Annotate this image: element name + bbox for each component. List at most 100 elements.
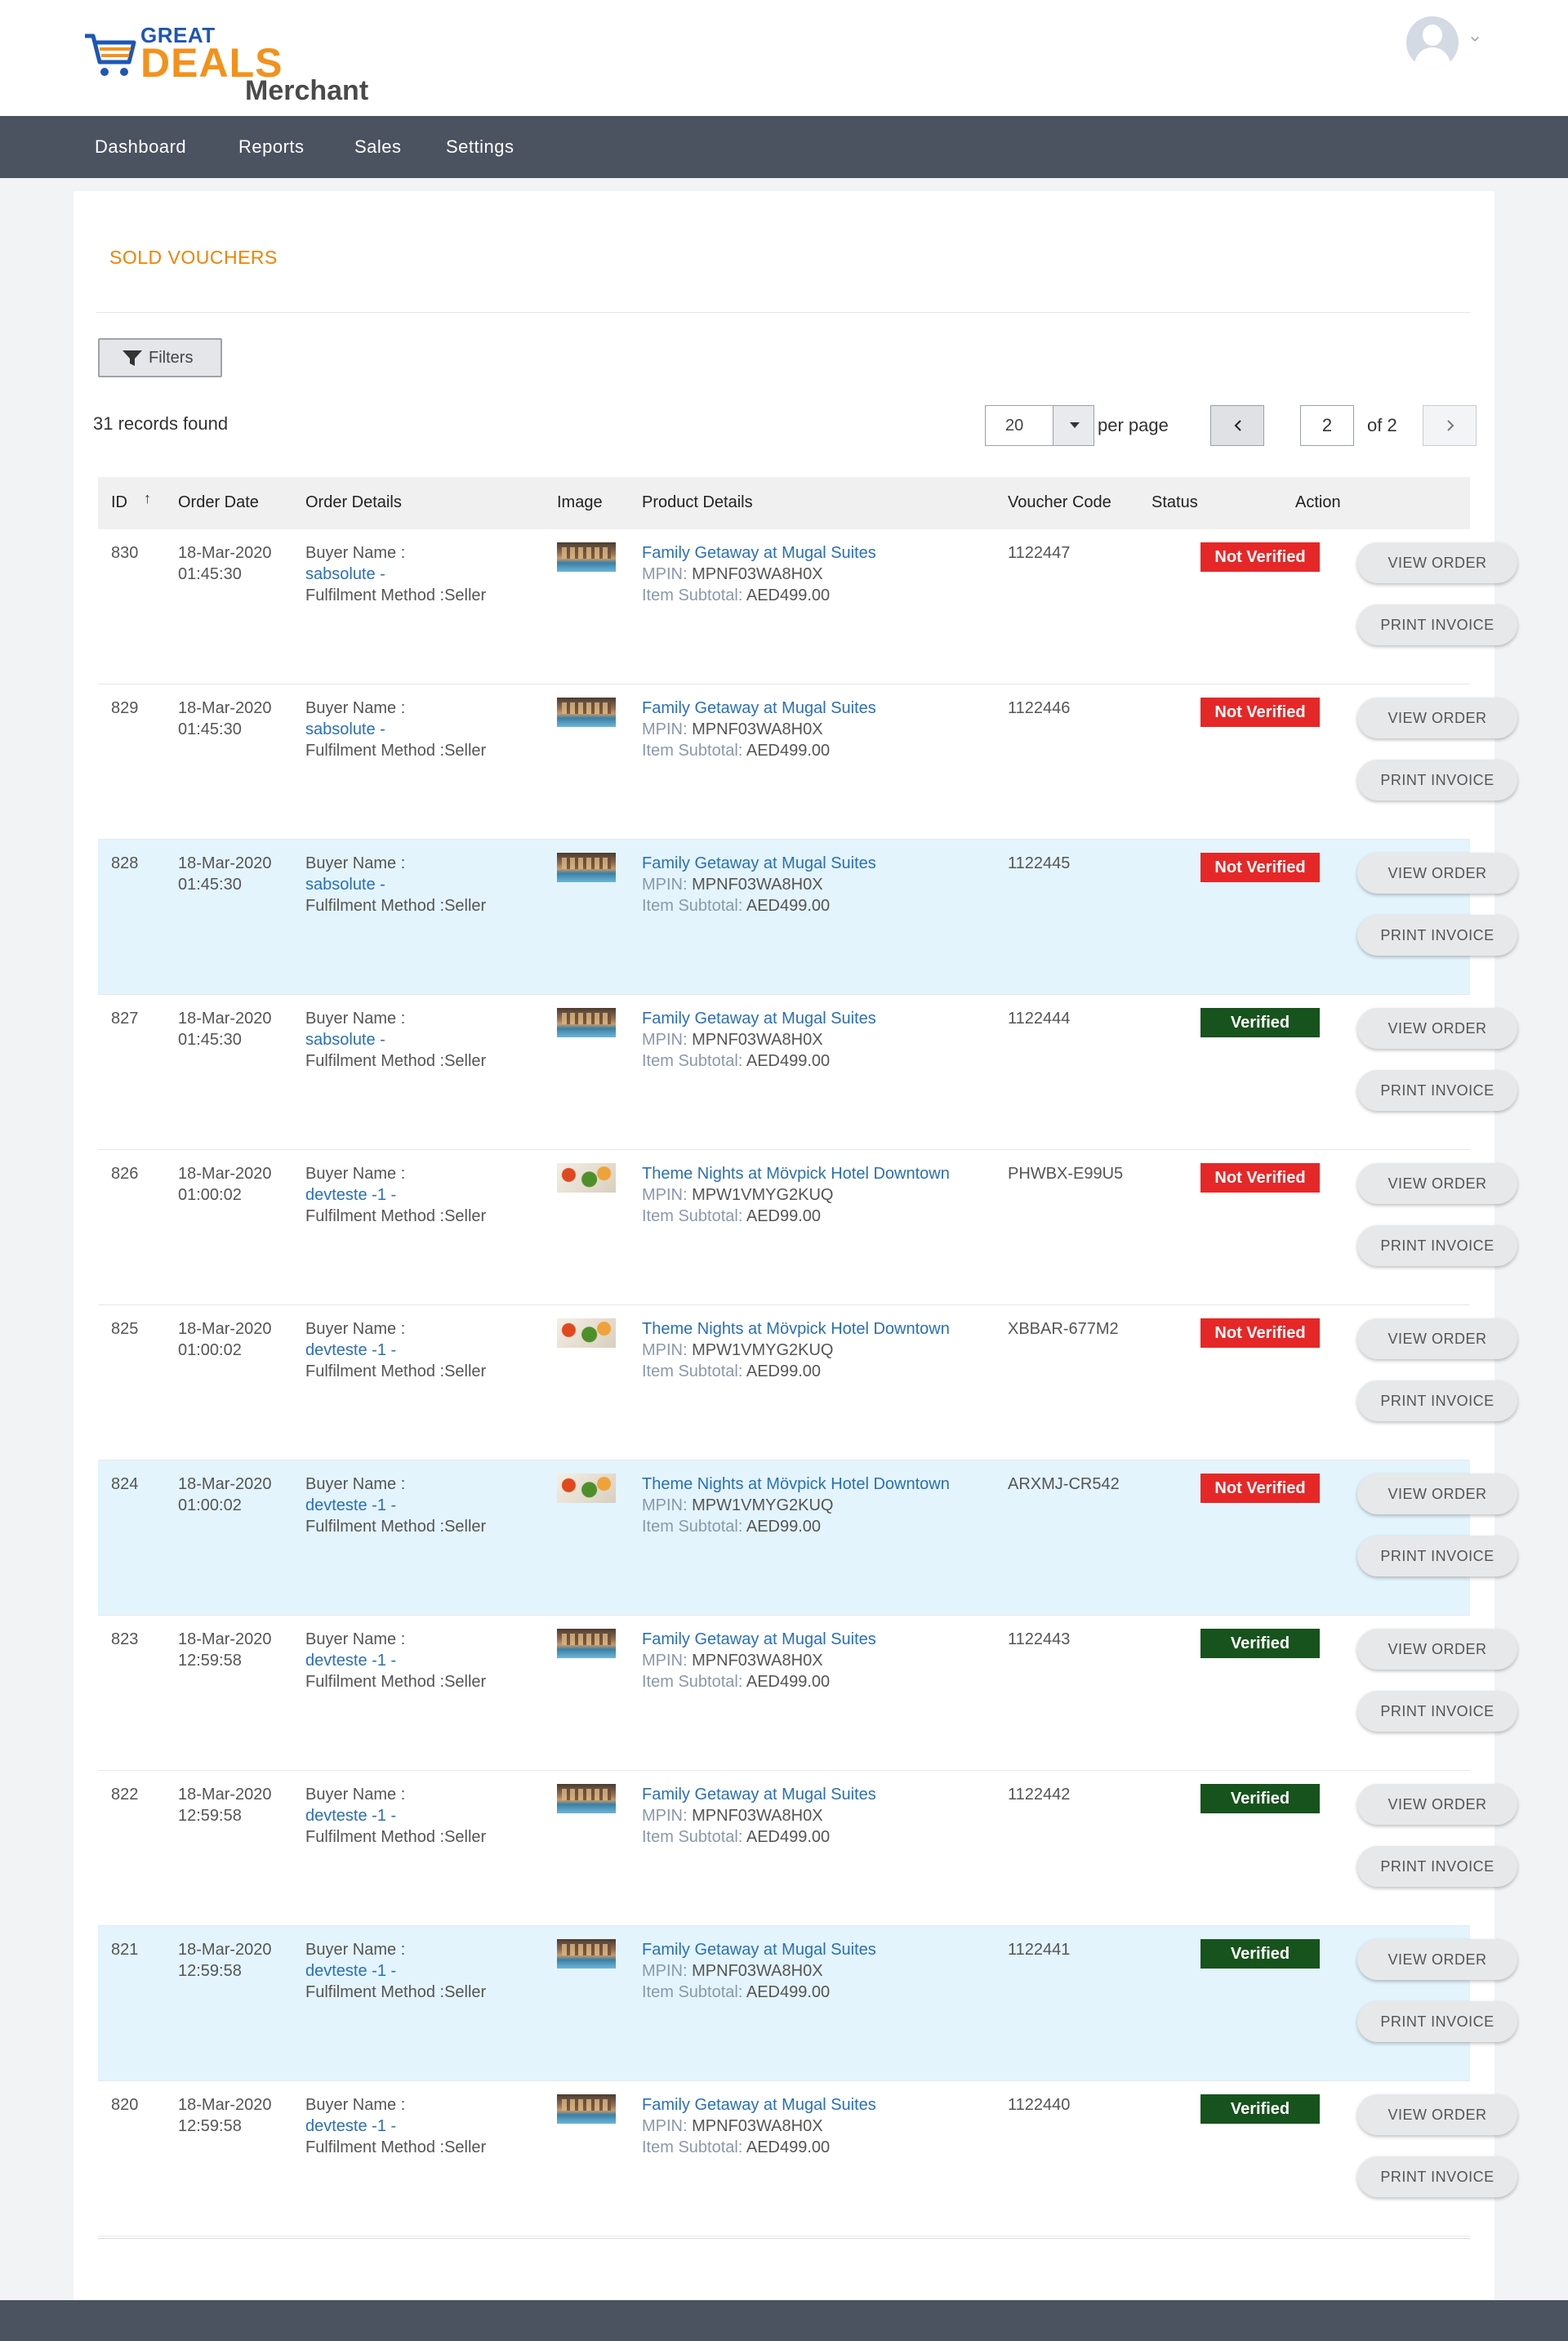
buyer-name-link[interactable]: devteste -1 - [305,1960,486,1982]
view-order-button[interactable]: VIEW ORDER [1357,2094,1517,2135]
view-order-button[interactable]: VIEW ORDER [1357,853,1517,894]
print-invoice-button[interactable]: PRINT INVOICE [1357,1691,1517,1732]
mpin-value: MPW1VMYG2KUQ [692,1186,834,1204]
buyer-name-link[interactable]: sabsolute - [305,719,486,740]
product-name-link[interactable]: Theme Nights at Mövpick Hotel Downtown [642,1474,950,1495]
caret-down-icon[interactable] [1053,406,1094,445]
product-thumbnail[interactable] [557,1784,616,1813]
product-thumbnail[interactable] [557,1629,616,1658]
nav-dashboard[interactable]: Dashboard [95,116,186,178]
print-invoice-button[interactable]: PRINT INVOICE [1357,2156,1517,2197]
buyer-name-link[interactable]: devteste -1 - [305,2116,486,2137]
product-details-cell: Theme Nights at Mövpick Hotel Downtown M… [642,1474,950,1537]
header-status: Status [1152,493,1198,511]
print-invoice-button[interactable]: PRINT INVOICE [1357,1225,1517,1266]
print-invoice-button[interactable]: PRINT INVOICE [1357,1536,1517,1576]
buyer-name-link[interactable]: sabsolute - [305,1029,486,1050]
per-page-value: 20 [1005,417,1024,435]
product-thumbnail[interactable] [557,1008,616,1037]
view-order-button[interactable]: VIEW ORDER [1357,1318,1517,1359]
mpin-line: MPIN: MPNF03WA8H0X [642,564,876,585]
product-thumbnail[interactable] [557,1318,616,1348]
product-thumbnail[interactable] [557,542,616,572]
subtotal-value: AED499.00 [746,1673,831,1691]
chevron-down-icon[interactable] [1470,34,1480,44]
print-invoice-button[interactable]: PRINT INVOICE [1357,760,1517,800]
product-thumbnail[interactable] [557,1474,616,1503]
view-order-button[interactable]: VIEW ORDER [1357,1939,1517,1980]
mpin-line: MPIN: MPNF03WA8H0X [642,1650,876,1671]
order-time: 01:00:02 [178,1186,242,1204]
buyer-name-link[interactable]: devteste -1 - [305,1340,486,1361]
per-page-select[interactable]: 20 [985,405,1094,446]
view-order-button[interactable]: VIEW ORDER [1357,1629,1517,1670]
buyer-name-link[interactable]: sabsolute - [305,874,486,895]
product-thumbnail[interactable] [557,1163,616,1193]
buyer-name-link[interactable]: devteste -1 - [305,1495,486,1516]
view-order-button[interactable]: VIEW ORDER [1357,1008,1517,1049]
print-invoice-button[interactable]: PRINT INVOICE [1357,604,1517,645]
order-id: 828 [111,854,139,872]
view-order-button[interactable]: VIEW ORDER [1357,1163,1517,1204]
hotel-thumbnail-image [557,542,616,572]
print-invoice-button[interactable]: PRINT INVOICE [1357,2001,1517,2042]
mpin-line: MPIN: MPW1VMYG2KUQ [642,1184,950,1206]
print-invoice-button[interactable]: PRINT INVOICE [1357,1846,1517,1887]
product-thumbnail[interactable] [557,853,616,882]
product-name-link[interactable]: Family Getaway at Mugal Suites [642,542,876,564]
buyer-name-link[interactable]: devteste -1 - [305,1805,486,1826]
product-details-cell: Family Getaway at Mugal Suites MPIN: MPN… [642,1939,876,2003]
funnel-icon [122,350,142,366]
buyer-name-link[interactable]: devteste -1 - [305,1650,486,1671]
print-invoice-button[interactable]: PRINT INVOICE [1357,1380,1517,1421]
order-time: 12:59:58 [178,1962,242,1980]
status-badge: Not Verified [1200,853,1320,882]
view-order-button[interactable]: VIEW ORDER [1357,1784,1517,1825]
print-invoice-button[interactable]: PRINT INVOICE [1357,915,1517,956]
filters-button[interactable]: Filters [98,338,222,377]
view-order-button[interactable]: VIEW ORDER [1357,542,1517,583]
product-thumbnail[interactable] [557,698,616,727]
buyer-name-link[interactable]: sabsolute - [305,564,486,585]
next-page-button[interactable] [1423,405,1477,446]
nav-reports[interactable]: Reports [238,116,305,178]
mpin-line: MPIN: MPW1VMYG2KUQ [642,1495,950,1516]
order-details-cell: Buyer Name : devteste -1 - Fulfilment Me… [305,1318,486,1382]
product-name-link[interactable]: Family Getaway at Mugal Suites [642,2094,876,2116]
print-invoice-button[interactable]: PRINT INVOICE [1357,1070,1517,1111]
nav-sales[interactable]: Sales [354,116,402,178]
product-name-link[interactable]: Family Getaway at Mugal Suites [642,1629,876,1650]
footer-bar [0,2300,1568,2341]
great-deals-merchant-logo[interactable]: GREAT DEALS Merchant [82,23,376,108]
buyer-name-label: Buyer Name : [305,1941,406,1959]
product-name-link[interactable]: Family Getaway at Mugal Suites [642,1939,876,1960]
product-name-link[interactable]: Family Getaway at Mugal Suites [642,1784,876,1805]
page-number-input[interactable]: 2 [1300,405,1354,446]
status-badge: Not Verified [1200,1474,1320,1503]
product-name-link[interactable]: Theme Nights at Mövpick Hotel Downtown [642,1163,950,1184]
subtotal-line: Item Subtotal: AED499.00 [642,2137,876,2158]
fulfilment-method: Fulfilment Method :Seller [305,2138,487,2156]
product-name-link[interactable]: Family Getaway at Mugal Suites [642,698,876,719]
buyer-name-link[interactable]: devteste -1 - [305,1184,486,1206]
nav-settings[interactable]: Settings [446,116,514,178]
hotel-thumbnail-image [557,1939,616,1969]
sort-up-arrow-icon[interactable]: ↑ [144,490,151,507]
order-date-cell: 18-Mar-2020 01:00:02 [178,1474,272,1516]
order-date: 18-Mar-2020 [178,1165,272,1183]
order-time: 12:59:58 [178,1652,242,1670]
header-id[interactable]: ID [111,493,127,512]
product-thumbnail[interactable] [557,1939,616,1969]
user-avatar-icon[interactable] [1406,16,1459,69]
previous-page-button[interactable] [1210,405,1264,446]
order-date: 18-Mar-2020 [178,1475,272,1493]
product-name-link[interactable]: Family Getaway at Mugal Suites [642,853,876,874]
order-date-cell: 18-Mar-2020 01:00:02 [178,1318,272,1361]
product-name-link[interactable]: Theme Nights at Mövpick Hotel Downtown [642,1318,950,1340]
mpin-line: MPIN: MPNF03WA8H0X [642,719,876,740]
order-details-cell: Buyer Name : devteste -1 - Fulfilment Me… [305,1784,486,1848]
product-thumbnail[interactable] [557,2094,616,2124]
view-order-button[interactable]: VIEW ORDER [1357,1474,1517,1514]
product-name-link[interactable]: Family Getaway at Mugal Suites [642,1008,876,1029]
view-order-button[interactable]: VIEW ORDER [1357,698,1517,738]
